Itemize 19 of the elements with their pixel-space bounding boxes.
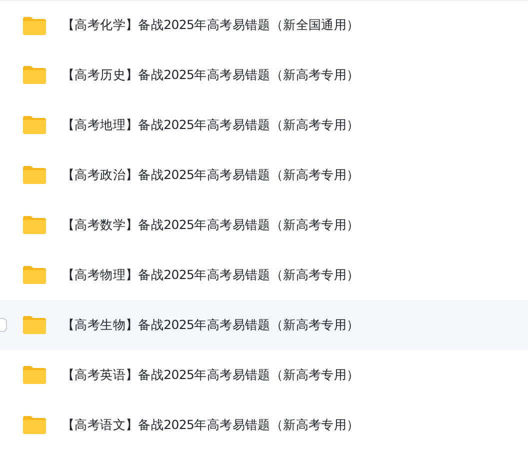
file-name[interactable]: 【高考数学】备战2025年高考易错题（新高考专用） <box>62 216 360 234</box>
folder-icon <box>22 165 47 185</box>
file-name[interactable]: 【高考地理】备战2025年高考易错题（新高考专用） <box>62 116 360 134</box>
file-name[interactable]: 【高考历史】备战2025年高考易错题（新高考专用） <box>62 66 360 84</box>
folder-icon <box>22 115 47 135</box>
file-row[interactable]: 【高考生物】备战2025年高考易错题（新高考专用） <box>0 300 528 350</box>
folder-icon <box>22 65 47 85</box>
file-name[interactable]: 【高考政治】备战2025年高考易错题（新高考专用） <box>62 166 360 184</box>
file-name[interactable]: 【高考生物】备战2025年高考易错题（新高考专用） <box>62 316 360 334</box>
folder-icon <box>22 365 47 385</box>
folder-icon <box>22 415 47 435</box>
folder-icon <box>22 265 47 285</box>
file-name[interactable]: 【高考物理】备战2025年高考易错题（新高考专用） <box>62 266 360 284</box>
file-name[interactable]: 【高考英语】备战2025年高考易错题（新高考专用） <box>62 366 360 384</box>
folder-icon <box>22 215 47 235</box>
file-name[interactable]: 【高考语文】备战2025年高考易错题（新高考专用） <box>62 416 360 434</box>
file-name[interactable]: 【高考化学】备战2025年高考易错题（新全国通用） <box>62 17 360 34</box>
folder-icon <box>22 315 47 335</box>
folder-icon <box>22 16 47 36</box>
